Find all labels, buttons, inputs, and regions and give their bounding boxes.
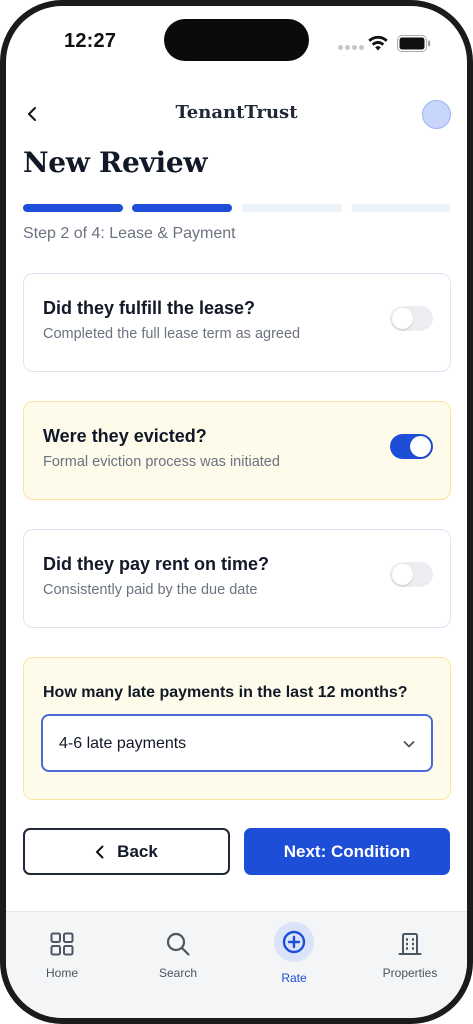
- tab-properties[interactable]: Properties: [355, 912, 465, 992]
- tab-home[interactable]: Home: [7, 912, 117, 992]
- step-progress: [23, 204, 451, 213]
- question-title: Did they pay rent on time?: [43, 554, 270, 574]
- cellular-signal-icon: [338, 45, 364, 51]
- late-payments-select[interactable]: 4-6 late payments: [41, 714, 433, 772]
- question-card-rent-on-time: Did they pay rent on time? Consistently …: [23, 529, 451, 628]
- step-label: Step 2 of 4: Lease & Payment: [23, 225, 236, 242]
- tab-rate[interactable]: Rate: [239, 912, 349, 992]
- question-subtitle: Completed the full lease term as agreed: [43, 326, 301, 342]
- tab-label: Properties: [382, 966, 438, 980]
- late-payments-value: 4-6 late payments: [59, 735, 187, 752]
- toggle-knob: [392, 564, 413, 585]
- tab-label: Home: [45, 966, 78, 980]
- brand-title: TenantTrust: [175, 102, 298, 123]
- dynamic-island: [164, 19, 309, 61]
- search-icon: [166, 932, 190, 956]
- progress-segment: [351, 204, 451, 212]
- screen: 12:27 TenantTrust New Review Step 2 of 4…: [6, 6, 467, 1018]
- next-button[interactable]: Next: Condition: [244, 828, 450, 875]
- question-card-evicted: Were they evicted? Formal eviction proce…: [23, 401, 451, 500]
- question-card-fulfill-lease: Did they fulfill the lease? Completed th…: [23, 273, 451, 372]
- tab-label: Search: [158, 966, 198, 980]
- battery-icon: [397, 35, 431, 52]
- late-payments-card: How many late payments in the last 12 mo…: [23, 657, 451, 800]
- building-icon: [398, 933, 422, 955]
- device-frame: 12:27 TenantTrust New Review Step 2 of 4…: [0, 0, 473, 1024]
- page-title: New Review: [23, 146, 208, 179]
- toggle-knob: [392, 308, 413, 329]
- evicted-toggle[interactable]: [390, 434, 433, 459]
- tab-bar: Home Search Rate Properties: [6, 911, 467, 1018]
- grid-icon: [50, 932, 74, 956]
- avatar[interactable]: [422, 100, 451, 129]
- status-bar: 12:27: [6, 6, 467, 76]
- next-button-label: Next: Condition: [283, 841, 411, 861]
- toggle-knob: [410, 436, 431, 457]
- chevron-down-icon: [403, 741, 415, 748]
- progress-segment: [132, 204, 232, 212]
- back-button-label: Back: [117, 841, 158, 861]
- progress-segment: [23, 204, 123, 212]
- status-time: 12:27: [64, 30, 117, 52]
- question-title: Did they fulfill the lease?: [43, 298, 256, 318]
- question-subtitle: Formal eviction process was initiated: [43, 454, 280, 470]
- plus-circle-icon: [282, 930, 306, 954]
- rent-on-time-toggle[interactable]: [390, 562, 433, 587]
- question-subtitle: Consistently paid by the due date: [43, 582, 258, 598]
- tab-search[interactable]: Search: [123, 912, 233, 992]
- question-title: Were they evicted?: [43, 426, 207, 446]
- back-button[interactable]: Back: [23, 828, 230, 875]
- late-payments-label: How many late payments in the last 12 mo…: [43, 684, 408, 701]
- wifi-icon: [368, 35, 388, 51]
- tab-label: Rate: [281, 971, 307, 985]
- app-header: TenantTrust: [6, 86, 467, 142]
- chevron-left-icon: [96, 845, 104, 858]
- back-chevron-icon[interactable]: [20, 100, 44, 128]
- progress-segment: [242, 204, 342, 212]
- fulfill-lease-toggle[interactable]: [390, 306, 433, 331]
